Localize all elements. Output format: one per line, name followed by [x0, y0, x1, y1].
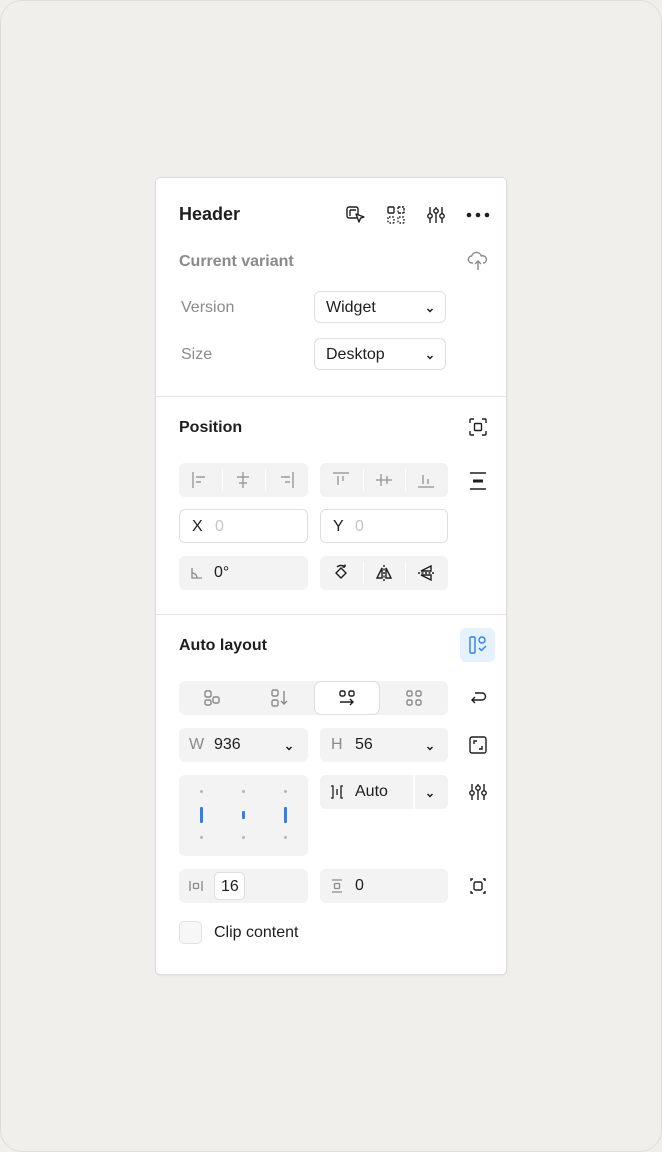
gap-value: Auto — [355, 783, 388, 800]
gap-icon — [329, 784, 345, 805]
matrix-dot[interactable] — [200, 790, 203, 793]
matrix-bar[interactable] — [200, 807, 203, 823]
clip-content-label[interactable]: Clip content — [214, 924, 299, 942]
chevron-down-icon — [425, 302, 435, 320]
wrap-return-icon[interactable] — [467, 687, 489, 709]
horizontal-padding-icon — [188, 878, 204, 899]
version-value: Widget — [326, 299, 376, 316]
size-value: Desktop — [326, 346, 385, 363]
chevron-down-icon[interactable] — [284, 740, 294, 758]
individual-padding-icon[interactable] — [467, 875, 489, 897]
direction-wrap-button[interactable] — [179, 681, 246, 715]
version-select[interactable]: Widget — [314, 291, 446, 323]
vertical-padding-icon — [329, 878, 345, 899]
matrix-dot[interactable] — [242, 790, 245, 793]
x-field[interactable]: X 0 — [179, 509, 308, 543]
layout-direction-group — [179, 681, 448, 715]
properties-panel: Header Current variant Version Widget Si… — [155, 177, 507, 975]
rotation-value: 0° — [214, 564, 230, 581]
align-bottom-button[interactable] — [405, 463, 448, 497]
align-right-button[interactable] — [265, 463, 308, 497]
align-middle-button[interactable] — [363, 463, 405, 497]
align-left-button[interactable] — [179, 463, 222, 497]
w-label: W — [189, 736, 205, 753]
chevron-down-icon — [425, 349, 435, 367]
flip-vertical-button[interactable] — [405, 556, 448, 590]
y-label: Y — [333, 518, 344, 535]
x-label: X — [192, 518, 203, 535]
horizontal-padding-value: 16 — [221, 878, 239, 895]
clip-content-checkbox[interactable] — [179, 921, 202, 944]
align-top-button[interactable] — [320, 463, 363, 497]
width-field[interactable]: W 936 — [179, 728, 308, 762]
position-title: Position — [179, 419, 243, 436]
size-select[interactable]: Desktop — [314, 338, 446, 370]
w-value: 936 — [214, 736, 241, 753]
matrix-dot[interactable] — [200, 836, 203, 839]
select-instances-icon[interactable] — [345, 204, 367, 226]
rotate-90-button[interactable] — [320, 556, 363, 590]
current-variant-title: Current variant — [179, 253, 294, 270]
alignment-matrix[interactable] — [179, 775, 308, 856]
rotation-field[interactable]: 0° — [179, 556, 308, 590]
height-field[interactable]: H 56 — [320, 728, 448, 762]
vertical-align-group — [320, 463, 448, 497]
component-grid-icon[interactable] — [385, 204, 407, 226]
panel-title: Header — [179, 204, 241, 224]
angle-icon — [190, 566, 204, 585]
align-center-h-button[interactable] — [222, 463, 265, 497]
auto-layout-toggle-button[interactable] — [460, 628, 495, 662]
horizontal-padding-field[interactable]: 16 — [179, 869, 308, 903]
direction-vertical-button[interactable] — [246, 681, 313, 715]
matrix-dot[interactable] — [242, 836, 245, 839]
more-icon[interactable] — [465, 204, 491, 226]
gap-field[interactable]: Auto — [320, 775, 448, 809]
section-divider — [156, 614, 506, 615]
flip-horizontal-button[interactable] — [363, 556, 405, 590]
h-value: 56 — [355, 736, 373, 753]
direction-horizontal-button[interactable] — [315, 682, 379, 714]
upload-icon[interactable] — [467, 250, 489, 272]
section-divider — [156, 396, 506, 397]
matrix-bar[interactable] — [284, 807, 287, 823]
horizontal-align-group — [179, 463, 308, 497]
matrix-dot[interactable] — [284, 836, 287, 839]
adjust-icon[interactable] — [425, 204, 447, 226]
layout-settings-icon[interactable] — [467, 781, 489, 803]
chevron-down-icon[interactable] — [425, 740, 435, 758]
version-label: Version — [181, 299, 235, 316]
horizontal-padding-input[interactable]: 16 — [214, 872, 245, 900]
vertical-padding-field[interactable]: 0 — [320, 869, 448, 903]
focus-frame-icon[interactable] — [467, 416, 489, 438]
distribute-icon[interactable] — [467, 470, 489, 492]
matrix-bar[interactable] — [242, 811, 245, 819]
auto-layout-title: Auto layout — [179, 637, 267, 654]
size-label: Size — [181, 346, 213, 363]
y-value: 0 — [355, 518, 364, 535]
transform-group — [320, 556, 448, 590]
chevron-down-icon[interactable] — [425, 787, 435, 805]
vertical-padding-value: 0 — [355, 877, 364, 894]
y-field[interactable]: Y 0 — [320, 509, 448, 543]
resize-icon[interactable] — [467, 734, 489, 756]
x-value: 0 — [215, 518, 224, 535]
direction-grid-button[interactable] — [381, 681, 448, 715]
matrix-dot[interactable] — [284, 790, 287, 793]
h-label: H — [331, 736, 343, 753]
